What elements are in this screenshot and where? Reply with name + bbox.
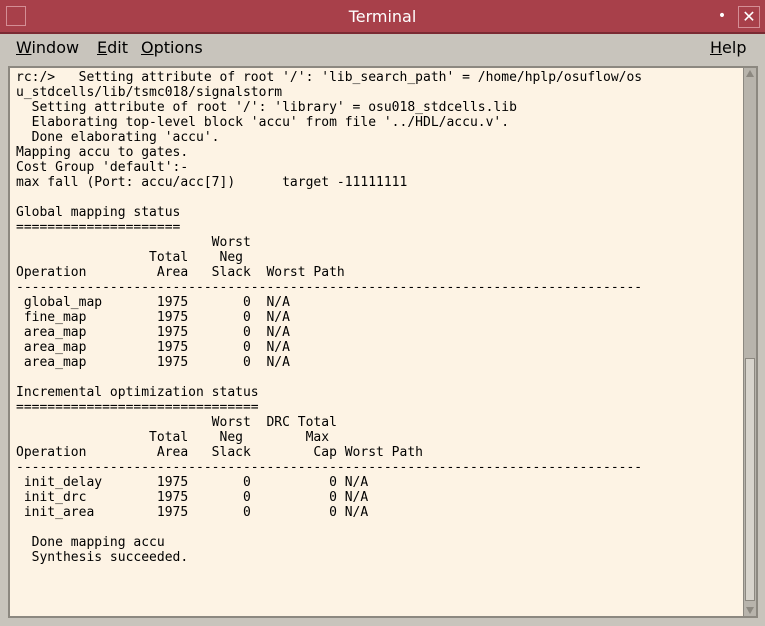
menu-window-label: indow bbox=[31, 38, 80, 57]
terminal-line: Total Neg Max bbox=[16, 430, 330, 445]
terminal-line: Mapping accu to gates. bbox=[16, 145, 189, 160]
terminal-line: rc:/> Setting attribute of root '/': 'li… bbox=[16, 70, 643, 85]
minimize-dot-icon[interactable]: • bbox=[712, 7, 732, 27]
menu-edit-mnemonic: E bbox=[97, 38, 108, 57]
terminal-line: Done elaborating 'accu'. bbox=[16, 130, 220, 145]
terminal-line: ----------------------------------------… bbox=[16, 280, 643, 295]
terminal-line: ----------------------------------------… bbox=[16, 460, 643, 475]
close-icon[interactable]: ✕ bbox=[738, 6, 760, 28]
terminal-area[interactable]: rc:/> Setting attribute of root '/': 'li… bbox=[8, 66, 758, 618]
terminal-line: fine_map 1975 0 N/A bbox=[16, 310, 290, 325]
terminal-line: Operation Area Slack Cap Worst Path bbox=[16, 445, 423, 460]
scroll-down-arrow-icon[interactable] bbox=[744, 604, 756, 616]
menu-help-label: elp bbox=[722, 38, 747, 57]
menu-edit[interactable]: Edit bbox=[97, 38, 128, 57]
terminal-line: Total Neg bbox=[16, 250, 243, 265]
scroll-up-arrow-icon[interactable] bbox=[744, 68, 756, 80]
terminal-line: area_map 1975 0 N/A bbox=[16, 325, 290, 340]
terminal-line: Worst DRC Total bbox=[16, 415, 337, 430]
menu-bar: Window Edit Options Help bbox=[4, 34, 761, 60]
terminal-line: global_map 1975 0 N/A bbox=[16, 295, 290, 310]
terminal-line: init_drc 1975 0 0 N/A bbox=[16, 490, 369, 505]
menu-options-label: ptions bbox=[153, 38, 203, 57]
menu-help[interactable]: Help bbox=[710, 38, 746, 57]
terminal-line: Incremental optimization status bbox=[16, 385, 259, 400]
terminal-line: area_map 1975 0 N/A bbox=[16, 355, 290, 370]
terminal-line: area_map 1975 0 N/A bbox=[16, 340, 290, 355]
title-bar[interactable]: Terminal • ✕ bbox=[0, 0, 765, 34]
menu-edit-label: dit bbox=[107, 38, 128, 57]
terminal-line: init_area 1975 0 0 N/A bbox=[16, 505, 369, 520]
terminal-line: Elaborating top-level block 'accu' from … bbox=[16, 115, 510, 130]
window-title: Terminal bbox=[348, 7, 417, 26]
terminal-line: max fall (Port: accu/acc[7]) target -111… bbox=[16, 175, 408, 190]
menu-options[interactable]: Options bbox=[141, 38, 203, 57]
terminal-output[interactable]: rc:/> Setting attribute of root '/': 'li… bbox=[16, 70, 736, 615]
scrollbar-thumb[interactable] bbox=[745, 358, 755, 601]
terminal-line: Done mapping accu bbox=[16, 535, 165, 550]
terminal-window: Terminal • ✕ Window Edit Options Help rc… bbox=[0, 0, 765, 626]
terminal-line: Global mapping status bbox=[16, 205, 181, 220]
menu-options-mnemonic: O bbox=[141, 38, 154, 57]
terminal-line: Operation Area Slack Worst Path bbox=[16, 265, 345, 280]
vertical-scrollbar[interactable] bbox=[743, 68, 756, 616]
terminal-line: u_stdcells/lib/tsmc018/signalstorm bbox=[16, 85, 283, 100]
terminal-line: Worst bbox=[16, 235, 251, 250]
terminal-line: Cost Group 'default':- bbox=[16, 160, 189, 175]
menu-window-mnemonic: W bbox=[16, 38, 32, 57]
terminal-line: init_delay 1975 0 0 N/A bbox=[16, 475, 369, 490]
menu-help-mnemonic: H bbox=[710, 38, 723, 57]
menu-window[interactable]: Window bbox=[16, 38, 79, 57]
terminal-line: ===================== bbox=[16, 220, 181, 235]
terminal-line: Setting attribute of root '/': 'library'… bbox=[16, 100, 517, 115]
terminal-line: =============================== bbox=[16, 400, 259, 415]
terminal-line: Synthesis succeeded. bbox=[16, 550, 189, 565]
